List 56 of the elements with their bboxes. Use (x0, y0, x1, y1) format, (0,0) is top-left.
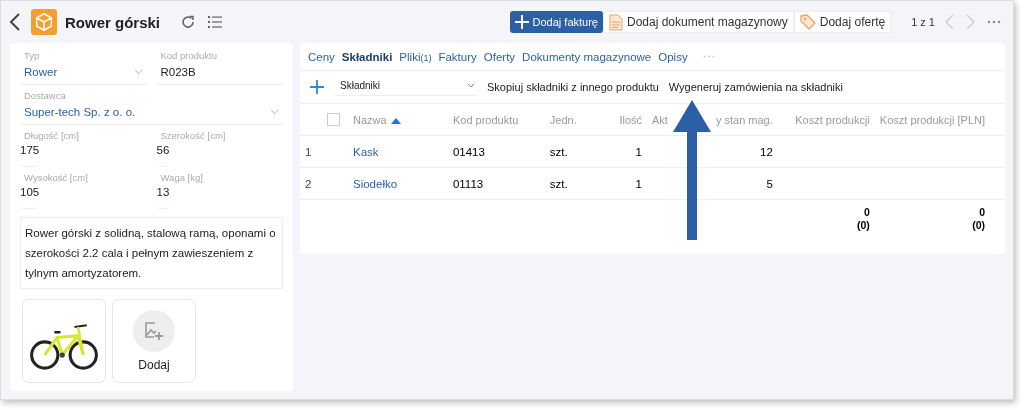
chevron-down-icon (270, 109, 279, 115)
field-label: Dostawca (23, 89, 67, 102)
add-document-button[interactable]: Dodaj dokument magazynowy (603, 11, 794, 33)
add-offer-button[interactable]: Dodaj ofertę (793, 11, 892, 33)
column-header: y stan mag. (715, 113, 773, 126)
box-icon (31, 9, 57, 35)
select-field[interactable]: Super-tech Sp. z o. o. (20, 102, 283, 125)
tab[interactable]: Opisy (658, 50, 688, 63)
tab[interactable]: Oferty (483, 50, 516, 63)
total-value: 0 (0) (972, 206, 985, 232)
tab[interactable]: Dokumenty magazynowe (522, 50, 652, 63)
tab[interactable]: Ceny (308, 50, 335, 63)
copy-components-button[interactable]: Skopiuj składniki z innego produktu (487, 81, 659, 93)
table-cell: 1 (635, 145, 642, 158)
checkbox[interactable] (327, 113, 340, 127)
table-cell: szt. (549, 145, 568, 158)
plus-icon (514, 15, 529, 29)
table-cell: 12 (760, 145, 773, 158)
field-label: Typ (23, 49, 41, 62)
column-header: Akt (652, 113, 668, 126)
document-icon (609, 13, 623, 31)
page-counter: 1 z 1 (911, 16, 935, 28)
table-cell: 1 (635, 177, 642, 190)
row-number: 1 (305, 145, 312, 158)
total-value: 0 (0) (857, 206, 870, 232)
tag-icon (799, 14, 816, 30)
component-link[interactable]: Kask (353, 145, 379, 158)
field-label: Długość [cm] (23, 129, 80, 142)
add-image-button[interactable]: Dodaj (112, 299, 196, 383)
add-image-icon (144, 321, 164, 341)
input-field[interactable]: R023B (156, 62, 283, 85)
tab[interactable]: Pliki(1) (399, 50, 432, 63)
add-icon[interactable] (308, 78, 326, 96)
description-field[interactable]: Rower górski z solidną, stalową ramą, oponami o szerokości 2.2 cala i pełnym zawieszeniem z tylnym amortyzatorem. (20, 217, 283, 289)
product-title: Rower górski (65, 13, 161, 31)
table-cell: szt. (549, 177, 568, 190)
table-cell: 01413 (452, 145, 485, 158)
tab[interactable]: Składniki (341, 50, 393, 63)
select-field[interactable]: Rower (20, 62, 147, 85)
add-invoice-button[interactable]: Dodaj fakturę (509, 11, 603, 33)
list-icon[interactable] (206, 14, 225, 30)
tab[interactable]: Faktury (438, 50, 477, 63)
field-label: Szerokość [cm] (159, 129, 227, 142)
row-number: 2 (305, 177, 312, 190)
component-link[interactable]: Siodełko (353, 177, 398, 190)
image-thumbnail[interactable] (22, 299, 106, 383)
select-field[interactable]: Składniki (334, 78, 477, 96)
table-cell: 01113 (452, 177, 484, 190)
field-label: Wysokość [cm] (23, 171, 89, 184)
chevron-down-icon (133, 69, 143, 75)
field-label: Waga [kg] (159, 171, 204, 184)
field-label: Kod produktu (159, 49, 218, 62)
more-icon[interactable] (985, 18, 1003, 26)
chevron-down-icon (467, 83, 475, 88)
generate-orders-button[interactable]: Wygeneruj zamówienia na składniki (668, 81, 843, 93)
table-cell: 5 (766, 177, 773, 190)
